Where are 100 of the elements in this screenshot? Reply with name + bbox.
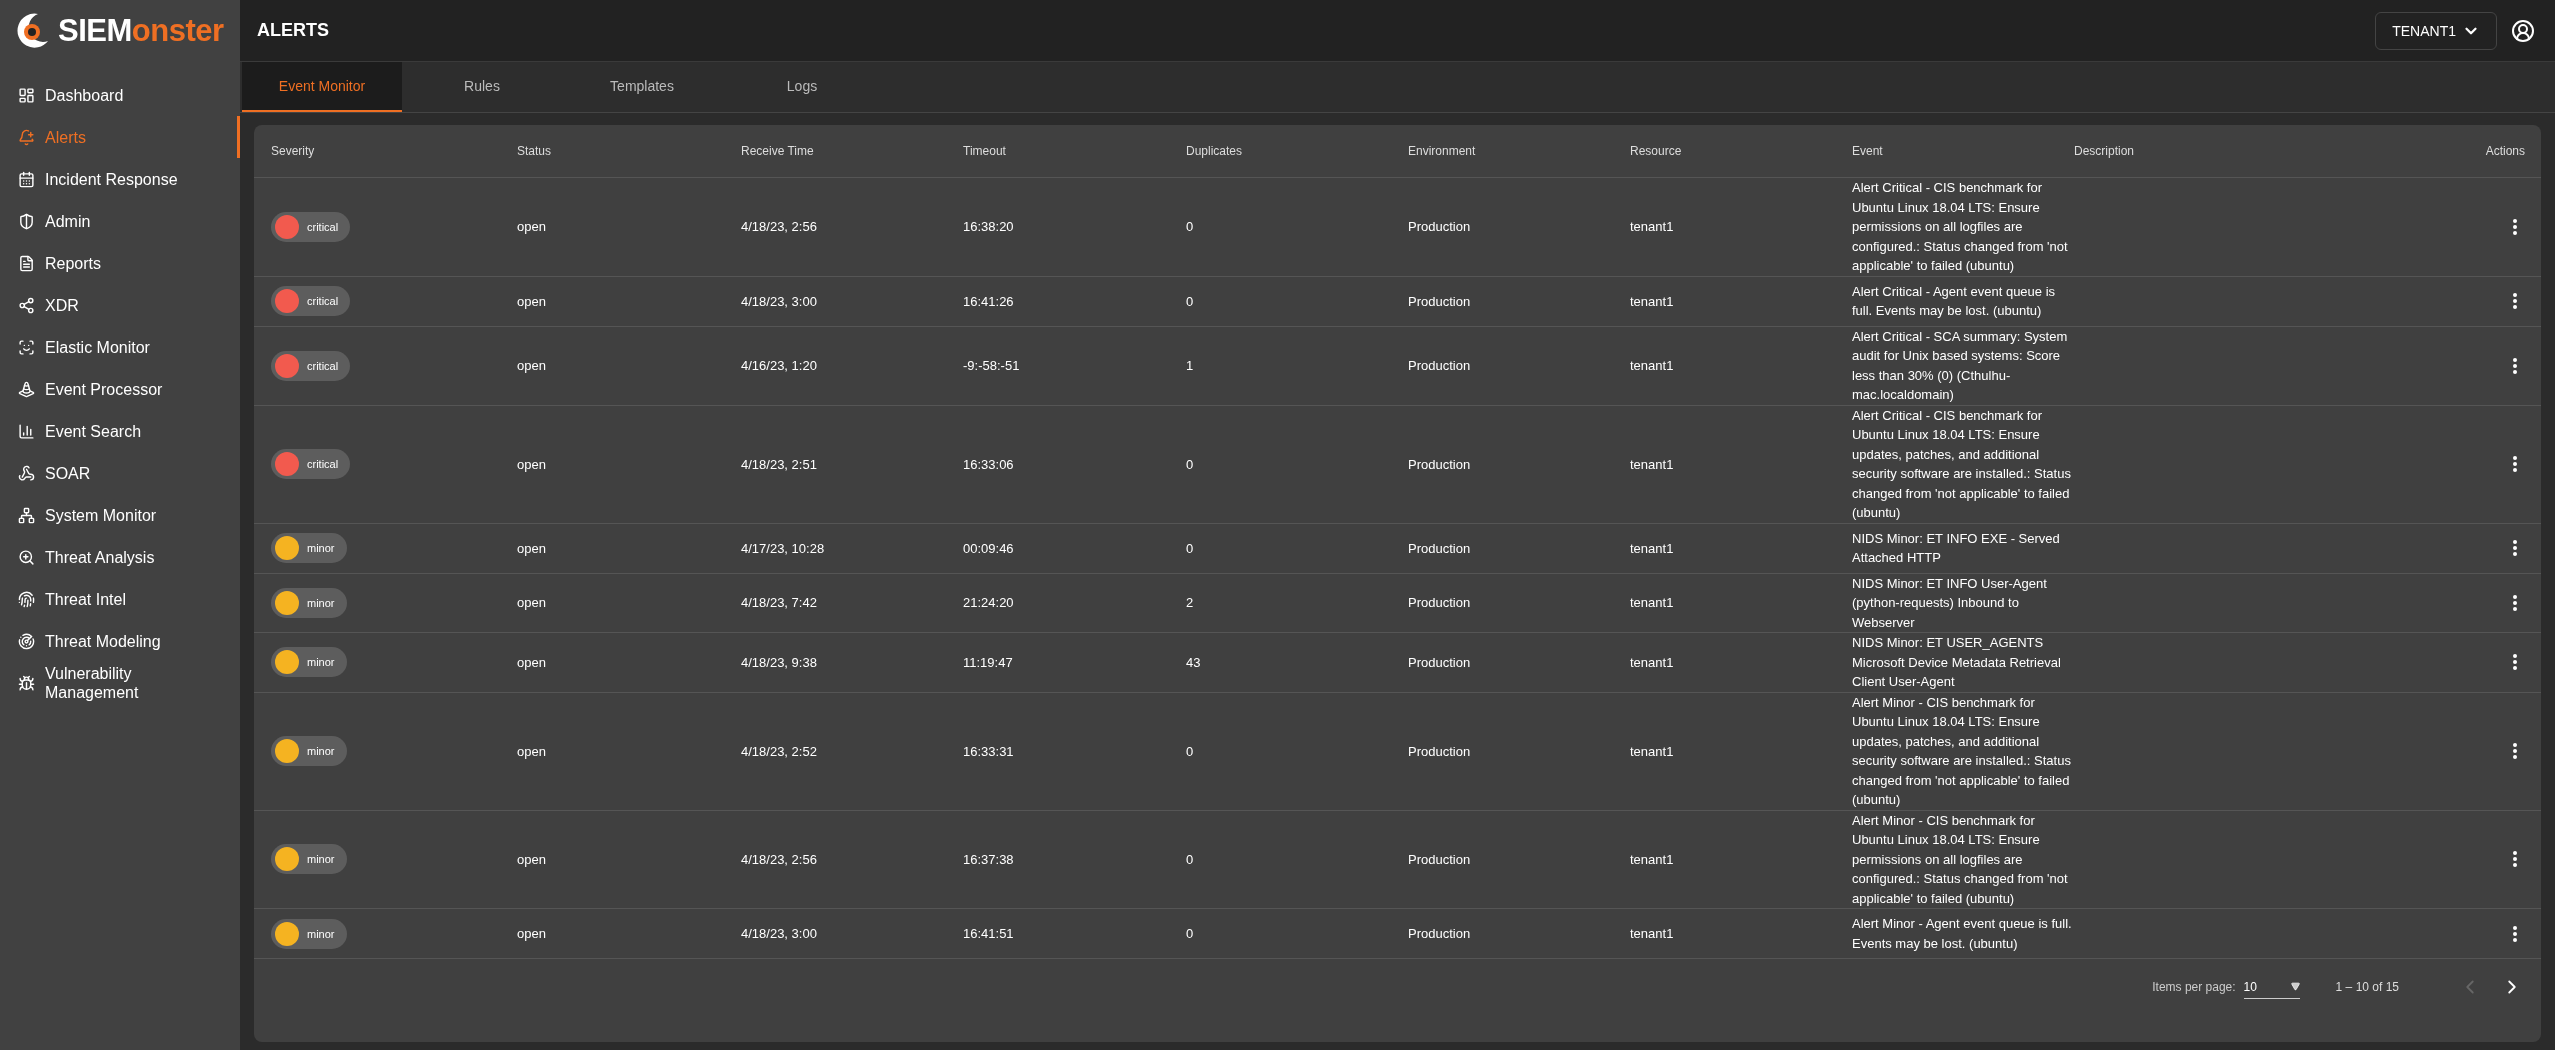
column-header: Duplicates bbox=[1186, 144, 1244, 158]
table-cell-text: 0 bbox=[1186, 540, 1195, 556]
table-cell-text: open bbox=[517, 654, 547, 670]
table-cell-text: tenant1 bbox=[1630, 540, 1675, 556]
table-cell-text: open bbox=[517, 293, 547, 309]
column-header: Event bbox=[1852, 144, 1884, 158]
table-cell-text: 4/18/23, 3:00 bbox=[741, 926, 818, 941]
vertical-dots-icon bbox=[2513, 357, 2517, 374]
table-cell-text: 11:19:47 bbox=[963, 654, 1014, 670]
table-cell-text: tenant1 bbox=[1630, 456, 1675, 472]
tenant-dropdown[interactable]: TENANT1 bbox=[2375, 11, 2497, 50]
table-cell-text: open bbox=[517, 595, 547, 611]
severity-label: minor bbox=[307, 927, 335, 940]
sidebar-item[interactable]: XDR bbox=[0, 284, 240, 326]
table-cell-text: 16:33:06 bbox=[963, 456, 1015, 472]
table-cell-text: tenant1 bbox=[1630, 358, 1675, 373]
page-range: 1 – 10 of 15 bbox=[2335, 980, 2399, 994]
table-cell-text: Production bbox=[1408, 851, 1472, 867]
sidebar-item[interactable]: Admin bbox=[0, 200, 240, 242]
table-cell-text: 2 bbox=[1186, 595, 1195, 611]
tab[interactable]: Logs bbox=[722, 62, 882, 112]
sidebar-item[interactable]: Dashboard bbox=[0, 74, 240, 116]
table-cell-text: tenant1 bbox=[1630, 743, 1675, 759]
table-cell-text: 0 bbox=[1186, 926, 1195, 941]
sidebar-item[interactable]: Threat Modeling bbox=[0, 620, 240, 662]
severity-label: minor bbox=[307, 596, 335, 609]
severity-label: critical bbox=[307, 295, 339, 307]
table-cell-text: Alert Critical - Agent event queue is full. Events may be lost. (ubuntu) bbox=[1852, 282, 2057, 320]
table-cell-text: 21:24:20 bbox=[963, 595, 1015, 611]
vertical-dots-icon bbox=[2513, 851, 2517, 868]
table-cell-text: open bbox=[517, 851, 547, 867]
table-cell-text: open bbox=[517, 456, 547, 472]
column-header: Severity bbox=[271, 144, 316, 158]
column-header: Actions bbox=[2484, 144, 2526, 158]
table-cell-text: 4/18/23, 9:38 bbox=[741, 654, 818, 670]
sidebar-item[interactable]: Reports bbox=[0, 242, 240, 284]
sidebar-item-label: Alerts bbox=[45, 127, 86, 147]
sidebar-item[interactable]: Threat Analysis bbox=[0, 536, 240, 578]
sidebar-item-label: Event Processor bbox=[45, 379, 163, 399]
table-cell-text: open bbox=[517, 743, 547, 759]
sidebar-item-label: System Monitor bbox=[45, 505, 157, 525]
sidebar-item[interactable]: Event Search bbox=[0, 410, 240, 452]
user-avatar-icon[interactable] bbox=[2511, 18, 2535, 43]
table-cell-text: 4/18/23, 2:51 bbox=[741, 456, 818, 472]
severity-label: critical bbox=[307, 458, 339, 470]
sidebar-item-label: XDR bbox=[45, 295, 79, 315]
table-cell-text: Production bbox=[1408, 743, 1472, 759]
table-cell-text: tenant1 bbox=[1630, 654, 1675, 670]
sidebar-item[interactable]: Event Processor bbox=[0, 368, 240, 410]
sidebar-item[interactable]: Vulnerability Management bbox=[0, 662, 240, 704]
table-cell-text: 16:41:51 bbox=[963, 926, 1015, 941]
sidebar-item-label: Event Search bbox=[45, 421, 142, 441]
table-cell-text: 0 bbox=[1186, 851, 1195, 867]
table-cell-text: tenant1 bbox=[1630, 926, 1675, 941]
table-cell-text: Production bbox=[1408, 358, 1472, 373]
severity-label: minor bbox=[307, 542, 335, 554]
vertical-dots-icon bbox=[2513, 654, 2517, 671]
table-cell-text: Alert Minor - CIS benchmark for Ubuntu Linux 18.04 LTS: Ensure permissions on all logfiles are configured.: Status changed from 'not applicable' to failed (ubuntu) bbox=[1852, 811, 2069, 908]
traffic-cone-icon bbox=[18, 380, 35, 398]
severity-label: critical bbox=[307, 220, 339, 233]
table-cell-text: 16:38:20 bbox=[963, 219, 1015, 235]
table-cell-text: 4/18/23, 2:52 bbox=[741, 743, 818, 759]
sidebar-item[interactable]: Incident Response bbox=[0, 158, 240, 200]
sidebar-item[interactable]: System Monitor bbox=[0, 494, 240, 536]
sidebar-item[interactable]: Elastic Monitor bbox=[0, 326, 240, 368]
table-cell-text: tenant1 bbox=[1630, 219, 1675, 235]
calendar-icon bbox=[18, 170, 35, 188]
table-cell-text: Alert Minor - Agent event queue is full. Events may be lost. (ubuntu) bbox=[1852, 915, 2073, 953]
sidebar-item-label: Elastic Monitor bbox=[45, 337, 150, 357]
sidebar-item-label: Dashboard bbox=[45, 85, 124, 105]
vertical-dots-icon bbox=[2513, 293, 2517, 309]
table-cell-text: Alert Critical - CIS benchmark for Ubuntu Linux 18.04 LTS: Ensure updates, patches, and additional security software are installed.: Status changed from 'not applicable' to failed (ubuntu) bbox=[1852, 406, 2072, 522]
sidebar-item-label: Threat Intel bbox=[45, 589, 126, 609]
tab[interactable]: Templates bbox=[562, 62, 722, 112]
table-cell-text: Production bbox=[1408, 926, 1472, 941]
items-per-page-label: Items per page: bbox=[2152, 980, 2236, 994]
table-cell-text: 4/18/23, 3:00 bbox=[741, 293, 818, 309]
page-size-select[interactable]: 10 bbox=[2243, 975, 2300, 999]
table-cell-text: 16:41:26 bbox=[963, 293, 1015, 309]
tab[interactable]: Event Monitor bbox=[242, 62, 402, 112]
table-cell-text: 4/18/23, 7:42 bbox=[741, 595, 818, 611]
network-icon bbox=[18, 506, 35, 524]
vertical-dots-icon bbox=[2513, 218, 2517, 235]
vertical-dots-icon bbox=[2513, 925, 2517, 942]
radar-icon bbox=[18, 632, 35, 650]
sidebar-item[interactable]: Threat Intel bbox=[0, 578, 240, 620]
tab[interactable]: Rules bbox=[402, 62, 562, 112]
table-cell-text: Production bbox=[1408, 293, 1472, 309]
sidebar-item-label: Reports bbox=[45, 253, 102, 273]
column-header: Description bbox=[2074, 144, 2136, 158]
table-cell-text: 00:09:46 bbox=[963, 540, 1015, 556]
table-cell-text: NIDS Minor: ET INFO EXE - Served Attached HTTP bbox=[1852, 529, 2061, 567]
sidebar-item[interactable]: SOAR bbox=[0, 452, 240, 494]
table-cell-text: open bbox=[517, 540, 547, 556]
share-icon bbox=[18, 296, 35, 314]
table-cell-text: Production bbox=[1408, 456, 1472, 472]
table-cell-text: 0 bbox=[1186, 456, 1195, 472]
column-header: Resource bbox=[1630, 144, 1683, 158]
sidebar-item-label: Admin bbox=[45, 211, 91, 231]
table-cell-text: 0 bbox=[1186, 219, 1195, 235]
